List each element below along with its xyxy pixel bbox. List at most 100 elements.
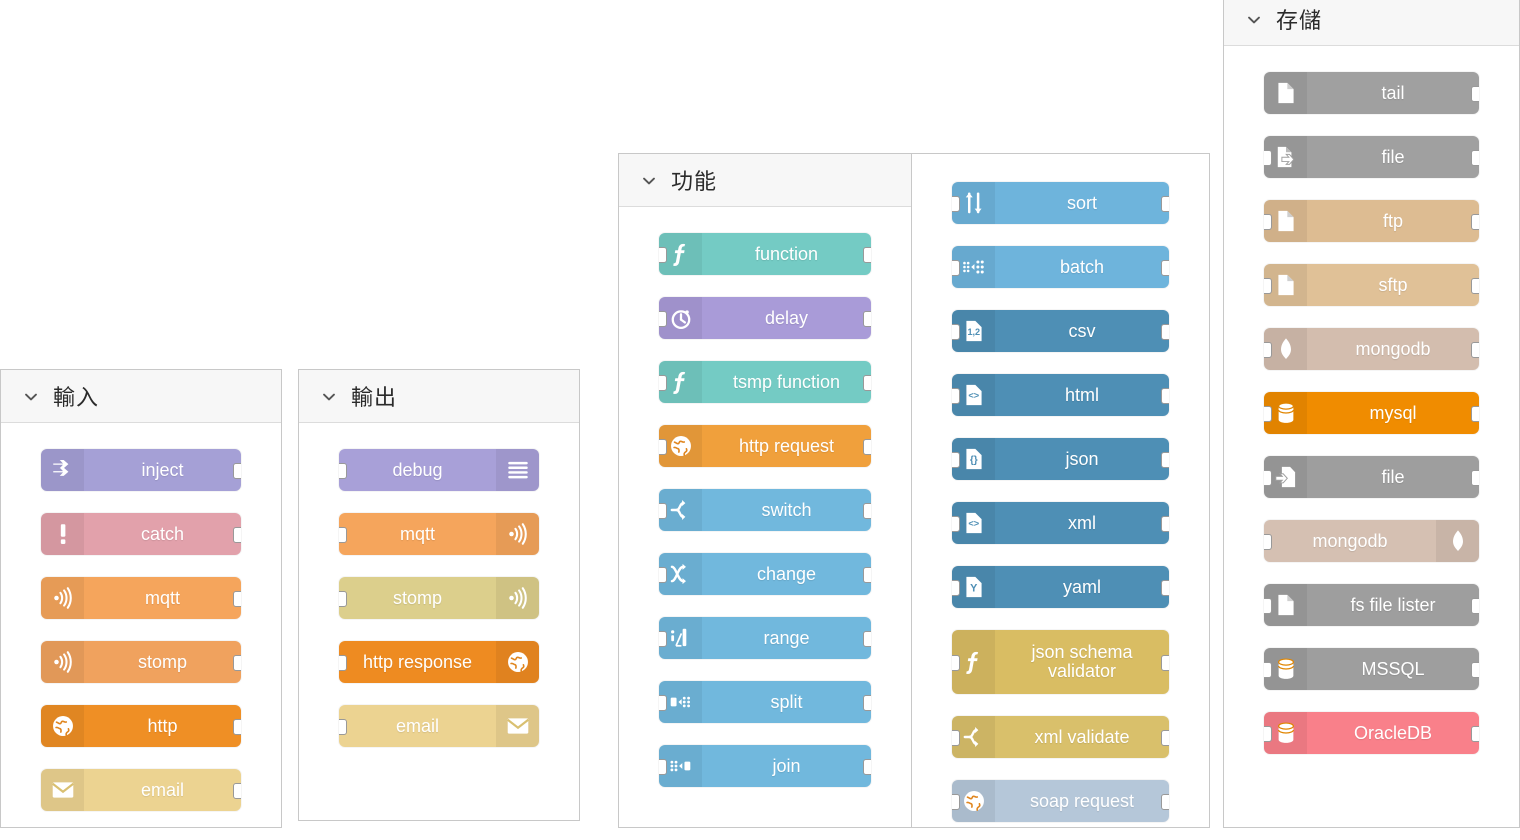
node-output-port[interactable] bbox=[1471, 150, 1479, 166]
palette-node-split[interactable]: split bbox=[659, 681, 871, 723]
palette-node-http[interactable]: http bbox=[41, 705, 241, 747]
node-output-port[interactable] bbox=[1471, 214, 1479, 230]
palette-node-tail[interactable]: tail bbox=[1264, 72, 1479, 114]
node-input-port[interactable] bbox=[1264, 278, 1272, 294]
node-input-port[interactable] bbox=[339, 463, 347, 479]
palette-node-json[interactable]: {} json bbox=[952, 438, 1169, 480]
node-input-port[interactable] bbox=[952, 794, 960, 810]
node-output-port[interactable] bbox=[233, 655, 241, 671]
palette-node-delay[interactable]: delay bbox=[659, 297, 871, 339]
palette-node-mongodb[interactable]: mongodb bbox=[1264, 520, 1479, 562]
node-input-port[interactable] bbox=[339, 527, 347, 543]
node-output-port[interactable] bbox=[1471, 662, 1479, 678]
node-input-port[interactable] bbox=[1264, 598, 1272, 614]
node-input-port[interactable] bbox=[952, 580, 960, 596]
node-output-port[interactable] bbox=[233, 527, 241, 543]
palette-node-mysql[interactable]: mysql bbox=[1264, 392, 1479, 434]
node-input-port[interactable] bbox=[1264, 214, 1272, 230]
palette-node-inject[interactable]: inject bbox=[41, 449, 241, 491]
node-output-port[interactable] bbox=[863, 631, 871, 647]
node-input-port[interactable] bbox=[1264, 342, 1272, 358]
node-output-port[interactable] bbox=[1471, 278, 1479, 294]
node-input-port[interactable] bbox=[659, 375, 667, 391]
node-output-port[interactable] bbox=[233, 591, 241, 607]
node-output-port[interactable] bbox=[1471, 342, 1479, 358]
node-output-port[interactable] bbox=[863, 567, 871, 583]
palette-node-mongodb[interactable]: mongodb bbox=[1264, 328, 1479, 370]
node-input-port[interactable] bbox=[659, 759, 667, 775]
node-input-port[interactable] bbox=[339, 719, 347, 735]
node-output-port[interactable] bbox=[1161, 324, 1169, 340]
palette-node-xml[interactable]: <> xml bbox=[952, 502, 1169, 544]
palette-node-mqtt[interactable]: mqtt bbox=[41, 577, 241, 619]
palette-node-join[interactable]: join bbox=[659, 745, 871, 787]
palette-node-function[interactable]: function bbox=[659, 233, 871, 275]
node-input-port[interactable] bbox=[952, 452, 960, 468]
palette-node-ftp[interactable]: ftp bbox=[1264, 200, 1479, 242]
node-output-port[interactable] bbox=[233, 463, 241, 479]
node-input-port[interactable] bbox=[952, 324, 960, 340]
palette-node-xml-validate[interactable]: xml validate bbox=[952, 716, 1169, 758]
node-output-port[interactable] bbox=[1161, 260, 1169, 276]
node-output-port[interactable] bbox=[1471, 406, 1479, 422]
palette-node-html[interactable]: <> html bbox=[952, 374, 1169, 416]
palette-node-range[interactable]: range bbox=[659, 617, 871, 659]
node-input-port[interactable] bbox=[1264, 726, 1272, 742]
node-input-port[interactable] bbox=[952, 730, 960, 746]
palette-node-debug[interactable]: debug bbox=[339, 449, 539, 491]
palette-node-email[interactable]: email bbox=[41, 769, 241, 811]
node-output-port[interactable] bbox=[1161, 452, 1169, 468]
palette-node-json-schema-validator[interactable]: json schema validator bbox=[952, 630, 1169, 694]
palette-node-yaml[interactable]: Yyaml bbox=[952, 566, 1169, 608]
palette-node-sort[interactable]: sort bbox=[952, 182, 1169, 224]
node-output-port[interactable] bbox=[1161, 388, 1169, 404]
node-output-port[interactable] bbox=[863, 375, 871, 391]
node-output-port[interactable] bbox=[1161, 580, 1169, 596]
palette-node-stomp[interactable]: stomp bbox=[339, 577, 539, 619]
node-output-port[interactable] bbox=[1161, 794, 1169, 810]
node-output-port[interactable] bbox=[863, 695, 871, 711]
node-input-port[interactable] bbox=[659, 567, 667, 583]
node-output-port[interactable] bbox=[863, 439, 871, 455]
node-input-port[interactable] bbox=[952, 196, 960, 212]
palette-node-http-response[interactable]: http response bbox=[339, 641, 539, 683]
node-input-port[interactable] bbox=[659, 247, 667, 263]
palette-node-batch[interactable]: batch bbox=[952, 246, 1169, 288]
node-output-port[interactable] bbox=[1161, 655, 1169, 671]
node-output-port[interactable] bbox=[233, 719, 241, 735]
palette-node-stomp[interactable]: stomp bbox=[41, 641, 241, 683]
palette-node-mssql[interactable]: MSSQL bbox=[1264, 648, 1479, 690]
node-output-port[interactable] bbox=[1161, 730, 1169, 746]
palette-node-file[interactable]: file bbox=[1264, 136, 1479, 178]
node-input-port[interactable] bbox=[1264, 470, 1272, 486]
node-output-port[interactable] bbox=[863, 759, 871, 775]
palette-group-header-output[interactable]: 輸出 bbox=[299, 370, 579, 423]
node-output-port[interactable] bbox=[1471, 598, 1479, 614]
node-input-port[interactable] bbox=[339, 655, 347, 671]
node-input-port[interactable] bbox=[952, 516, 960, 532]
palette-node-soap-request[interactable]: soap request bbox=[952, 780, 1169, 822]
palette-node-fs-file-lister[interactable]: fs file lister bbox=[1264, 584, 1479, 626]
palette-node-csv[interactable]: 1,2 csv bbox=[952, 310, 1169, 352]
palette-group-header-function[interactable]: 功能 bbox=[619, 154, 911, 207]
node-input-port[interactable] bbox=[1264, 150, 1272, 166]
palette-group-header-storage[interactable]: 存儲 bbox=[1224, 0, 1519, 46]
palette-group-header-input[interactable]: 輸入 bbox=[1, 370, 281, 423]
node-input-port[interactable] bbox=[659, 503, 667, 519]
palette-node-http-request[interactable]: http request bbox=[659, 425, 871, 467]
node-input-port[interactable] bbox=[339, 591, 347, 607]
palette-node-switch[interactable]: switch bbox=[659, 489, 871, 531]
palette-node-change[interactable]: change bbox=[659, 553, 871, 595]
node-output-port[interactable] bbox=[1471, 726, 1479, 742]
node-input-port[interactable] bbox=[659, 695, 667, 711]
node-output-port[interactable] bbox=[233, 783, 241, 799]
node-output-port[interactable] bbox=[863, 311, 871, 327]
node-input-port[interactable] bbox=[952, 260, 960, 276]
node-output-port[interactable] bbox=[863, 247, 871, 263]
palette-node-catch[interactable]: catch bbox=[41, 513, 241, 555]
palette-node-file[interactable]: file bbox=[1264, 456, 1479, 498]
palette-node-email[interactable]: email bbox=[339, 705, 539, 747]
palette-node-oracledb[interactable]: OracleDB bbox=[1264, 712, 1479, 754]
node-input-port[interactable] bbox=[1264, 534, 1272, 550]
palette-node-mqtt[interactable]: mqtt bbox=[339, 513, 539, 555]
